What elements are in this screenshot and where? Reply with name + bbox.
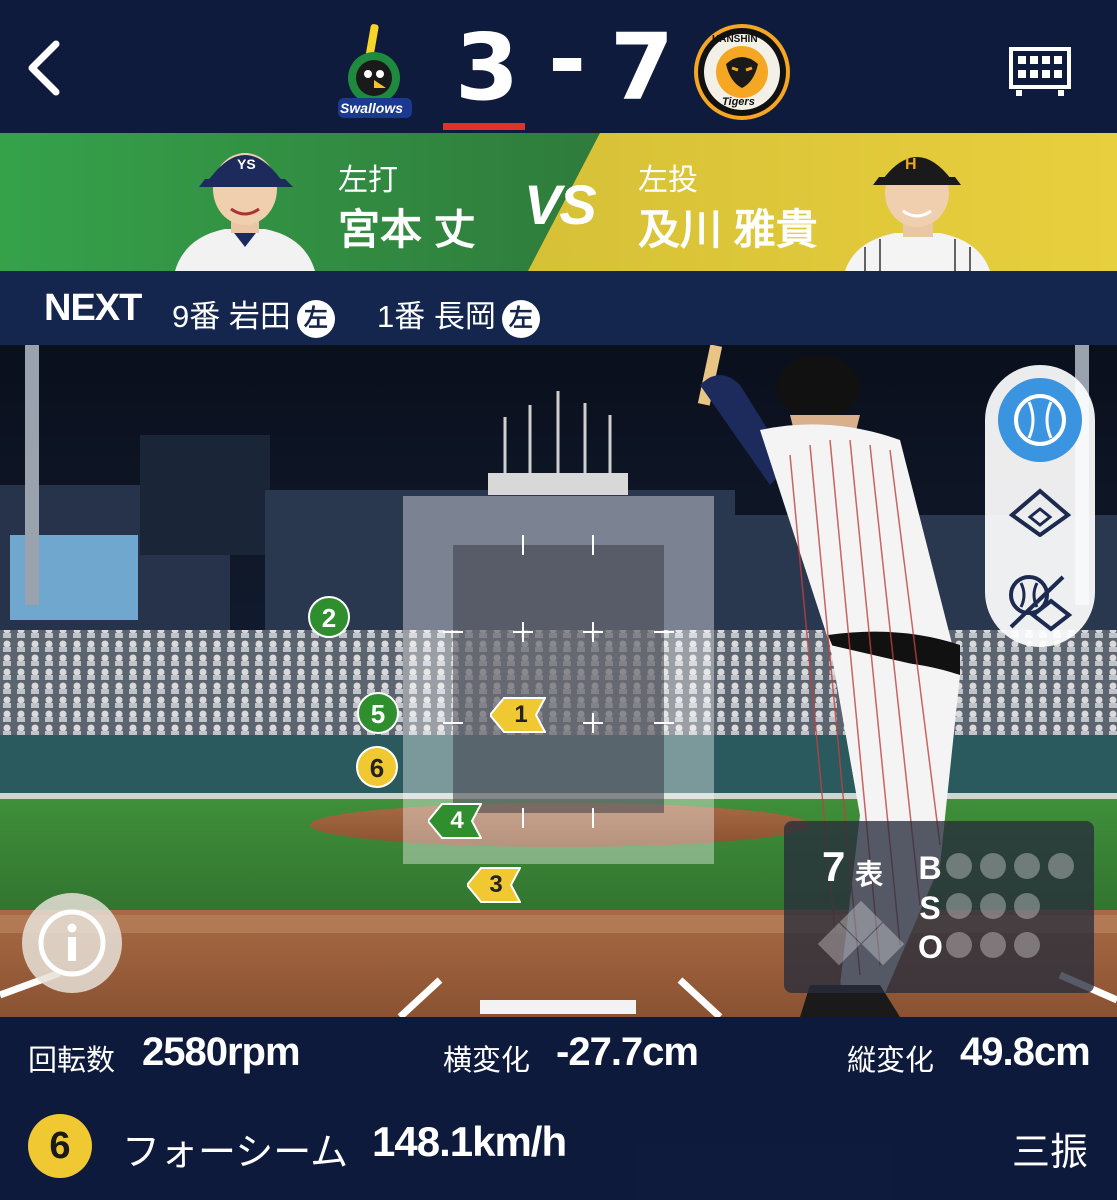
ball-dot bbox=[946, 853, 972, 879]
strike-dot bbox=[1014, 893, 1040, 919]
svg-text:H: H bbox=[905, 156, 917, 173]
ball-label: B bbox=[918, 850, 942, 886]
info-button[interactable] bbox=[22, 893, 122, 993]
chevron-left-icon bbox=[28, 40, 60, 96]
pitch-result: 三振 bbox=[1012, 1132, 1089, 1174]
next-batter-2-hand: 左 bbox=[501, 299, 540, 338]
score-dash: - bbox=[548, 6, 587, 113]
pitcher-name: 及川 雅貴 bbox=[638, 206, 818, 253]
pitcher-photo: H bbox=[845, 137, 990, 271]
next-batter-1-hand: 左 bbox=[296, 299, 335, 338]
horizontal-break-label: 横変化 bbox=[443, 1045, 531, 1077]
batter-photo: YS bbox=[175, 137, 315, 271]
scoreboard-icon bbox=[1009, 47, 1071, 96]
ball-dot bbox=[1014, 853, 1040, 879]
pitcher-hand-label: 左投 bbox=[638, 164, 698, 197]
pitch-marker-3-num: 3 bbox=[489, 871, 503, 898]
ball-dot bbox=[1048, 853, 1074, 879]
vs-label: VS bbox=[524, 173, 597, 236]
inning-half: 表 bbox=[855, 859, 884, 890]
pitch-view-button[interactable] bbox=[991, 377, 1089, 463]
pitch-marker-4[interactable]: 4 bbox=[428, 803, 482, 839]
home-score: 3 bbox=[455, 14, 520, 121]
field-diamond-icon bbox=[1008, 488, 1072, 537]
next-batters-bar bbox=[0, 271, 1117, 345]
pitch-marker-2[interactable]: 2 bbox=[308, 596, 350, 638]
pitch-type: フォーシーム bbox=[122, 1132, 349, 1174]
pitch-marker-1-num: 1 bbox=[514, 701, 528, 728]
out-label: O bbox=[918, 929, 943, 965]
back-button[interactable] bbox=[22, 38, 72, 98]
vertical-break-label: 縦変化 bbox=[847, 1045, 935, 1077]
strike-dot bbox=[980, 893, 1006, 919]
scoreboard-button[interactable] bbox=[1008, 46, 1072, 98]
field-view-button[interactable] bbox=[991, 469, 1089, 555]
active-score-indicator bbox=[443, 123, 525, 130]
next-batter-1: 9番 岩田左 bbox=[172, 291, 335, 338]
swallows-logo-text: Swallows bbox=[340, 100, 404, 116]
next-batter-2: 1番 長岡左 bbox=[377, 291, 540, 338]
out-dot bbox=[1014, 932, 1040, 958]
tigers-logo-bottom-text: Tigers bbox=[722, 96, 755, 108]
strike-label: S bbox=[919, 890, 941, 926]
pitch-marker-5[interactable]: 5 bbox=[357, 692, 399, 734]
next-batter-1-order: 9番 岩田 bbox=[172, 299, 291, 334]
next-label: NEXT bbox=[44, 287, 142, 329]
batter-name: 宮本 丈 bbox=[338, 206, 476, 253]
ball-dot bbox=[980, 853, 1006, 879]
next-batter-2-order: 1番 長岡 bbox=[377, 299, 496, 334]
pitch-marker-1[interactable]: 1 bbox=[490, 697, 546, 733]
horizontal-break-value: -27.7cm bbox=[556, 1030, 699, 1074]
info-icon bbox=[38, 909, 106, 977]
inning-number: 7 bbox=[822, 843, 846, 890]
tigers-logo-top-text: HANSHIN bbox=[712, 34, 758, 45]
pitch-field-view-button[interactable] bbox=[991, 559, 1089, 645]
vertical-break-value: 49.8cm bbox=[960, 1030, 1091, 1074]
pitch-marker-3[interactable]: 3 bbox=[467, 867, 521, 903]
svg-text:YS: YS bbox=[237, 156, 256, 172]
batter-hand-label: 左打 bbox=[338, 164, 398, 197]
spin-label: 回転数 bbox=[28, 1045, 116, 1077]
out-dot bbox=[980, 932, 1006, 958]
pitch-marker-4-num: 4 bbox=[450, 807, 464, 834]
view-mode-switcher bbox=[985, 365, 1095, 647]
swallows-logo: Swallows bbox=[334, 22, 416, 122]
strike-dot bbox=[946, 893, 972, 919]
pitch-marker-6[interactable]: 6 bbox=[356, 746, 398, 788]
spin-value: 2580rpm bbox=[142, 1030, 301, 1074]
tigers-logo: HANSHIN Tigers bbox=[694, 24, 790, 120]
pitch-speed: 148.1km/h bbox=[372, 1118, 567, 1165]
pitch-field-icon bbox=[1009, 575, 1073, 632]
out-dot bbox=[946, 932, 972, 958]
away-score: 7 bbox=[610, 14, 675, 121]
current-pitch-number: 6 bbox=[28, 1114, 92, 1178]
pitch-icon bbox=[998, 378, 1082, 462]
